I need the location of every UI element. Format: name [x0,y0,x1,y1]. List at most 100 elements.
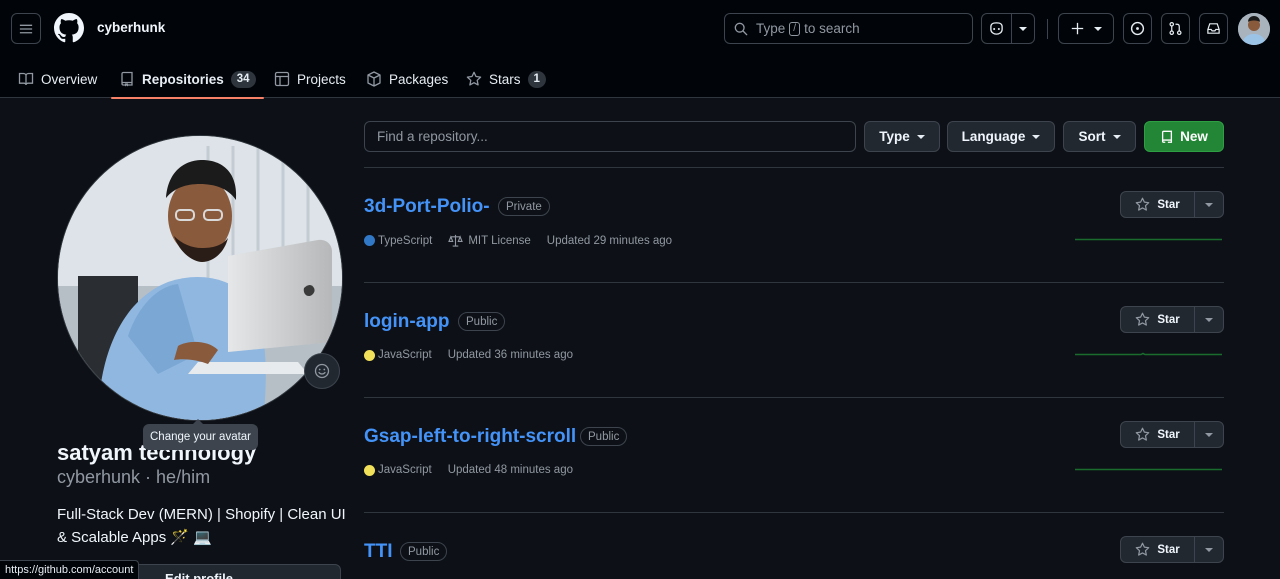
copilot-menu-button[interactable] [1011,13,1035,44]
tab-packages[interactable]: Packages [366,60,448,98]
tab-repositories[interactable]: Repositories 34 [111,60,264,99]
owner-name[interactable]: cyberhunk [97,20,165,35]
stars-count-badge: 1 [527,70,546,88]
hamburger-icon [19,24,33,33]
chevron-down-icon [1205,547,1213,552]
repo-icon [1162,130,1173,143]
star-list-dropdown[interactable] [1195,537,1223,562]
star-list-dropdown[interactable] [1195,192,1223,217]
filter-label: Sort [1078,129,1106,144]
bio-line: Full-Stack Dev (MERN) | Shopify | Clean … [57,506,346,523]
sort-button[interactable]: Sort [1063,121,1136,152]
profile-bio: Full-Stack Dev (MERN) | Shopify | Clean … [57,503,347,549]
inbox-icon [1207,23,1220,34]
user-avatar-button[interactable] [1238,13,1270,45]
repo-license[interactable]: MIT License [468,235,530,247]
copilot-button[interactable] [981,13,1012,44]
search-suffix: to search [804,21,860,36]
tab-projects[interactable]: Projects [274,60,346,98]
star-icon [1136,197,1150,211]
plus-icon [1071,22,1083,35]
profile-tabs: Overview Repositories 34 Projects Packag… [0,60,1280,99]
chevron-down-icon [1205,202,1213,207]
global-search[interactable]: Type / to search [724,13,973,44]
avatar-tooltip: Change your avatar [143,419,259,450]
list-divider [364,282,1224,283]
tab-label: Stars [489,71,521,87]
language-color-dot [364,464,375,476]
filter-label: Language [961,129,1026,144]
repo-updated: Updated 29 minutes ago [546,234,673,247]
star-button[interactable]: Star [1121,307,1195,332]
profile-login: cyberhunk · he/him [57,467,211,487]
visibility-badge: Public [458,312,506,331]
activity-sparkline [1075,352,1222,356]
star-icon [466,71,482,86]
create-new-button[interactable] [1058,13,1114,44]
issues-button[interactable] [1123,13,1152,44]
chevron-down-icon [916,134,925,139]
star-button[interactable]: Star [1121,192,1195,217]
repo-meta: JavaScript Updated 36 minutes ago [364,349,573,361]
filter-label: Type [879,129,910,144]
star-icon [1136,542,1150,556]
repo-updated: Updated 48 minutes ago [447,464,573,476]
pull-requests-button[interactable] [1161,13,1190,44]
chevron-down-icon [1205,432,1213,437]
tab-stars[interactable]: Stars 1 [466,60,546,98]
tab-label: Packages [389,71,449,87]
star-button[interactable]: Star [1121,422,1195,447]
visibility-badge: Private [498,197,550,216]
new-label: New [1180,129,1208,144]
bio-line: & Scalable Apps 🪄 💻 [57,529,212,546]
profile-photo [58,136,342,420]
set-status-button[interactable] [304,353,340,389]
tab-label: Projects [297,71,346,87]
github-logo-icon[interactable] [54,13,84,43]
chevron-down-icon [1093,26,1102,31]
star-label: Star [1157,428,1180,441]
pull-request-icon [1169,21,1182,36]
star-button[interactable]: Star [1121,537,1195,562]
repo-name-link[interactable]: TTI [364,541,393,563]
star-label: Star [1157,543,1180,556]
list-divider [364,397,1224,398]
header-divider [1047,19,1048,39]
star-button-group: Star [1120,421,1224,448]
type-filter-button[interactable]: Type [864,121,940,152]
profile-avatar[interactable] [57,135,343,421]
menu-button[interactable] [11,13,41,44]
language-color-dot [364,235,375,246]
star-label: Star [1157,313,1180,326]
new-repository-button[interactable]: New [1144,121,1224,152]
inbox-button[interactable] [1199,13,1228,44]
star-button-group: Star [1120,306,1224,333]
law-icon [448,234,464,247]
chevron-down-icon [1032,134,1041,139]
star-icon [1136,312,1150,326]
star-label: Star [1157,198,1180,211]
issue-opened-icon [1130,21,1145,36]
star-button-group: Star [1120,191,1224,218]
repo-name-link[interactable]: 3d-Port-Polio- [364,196,490,218]
chevron-down-icon [1112,134,1121,139]
star-list-dropdown[interactable] [1195,307,1223,332]
star-list-dropdown[interactable] [1195,422,1223,447]
find-repository-input[interactable] [364,121,856,152]
tab-overview[interactable]: Overview [18,60,97,98]
visibility-badge: Public [400,542,448,561]
visibility-badge: Public [580,427,628,446]
chevron-down-icon [1205,317,1213,322]
global-header: cyberhunk Type / to search Overview Repo… [0,0,1280,99]
book-icon [18,72,34,86]
repo-updated: Updated 36 minutes ago [447,349,573,361]
star-button-group: Star [1120,536,1224,563]
repo-count-badge: 34 [230,70,256,88]
repo-meta: TypeScript MIT License Updated 29 minute… [364,234,672,247]
language-filter-button[interactable]: Language [947,121,1055,152]
repo-name-link[interactable]: Gsap-left-to-right-scroll [364,426,576,448]
repo-language: TypeScript [378,234,433,247]
star-icon [1136,427,1150,441]
repo-name-link[interactable]: login-app [364,311,449,333]
search-icon [734,22,748,35]
